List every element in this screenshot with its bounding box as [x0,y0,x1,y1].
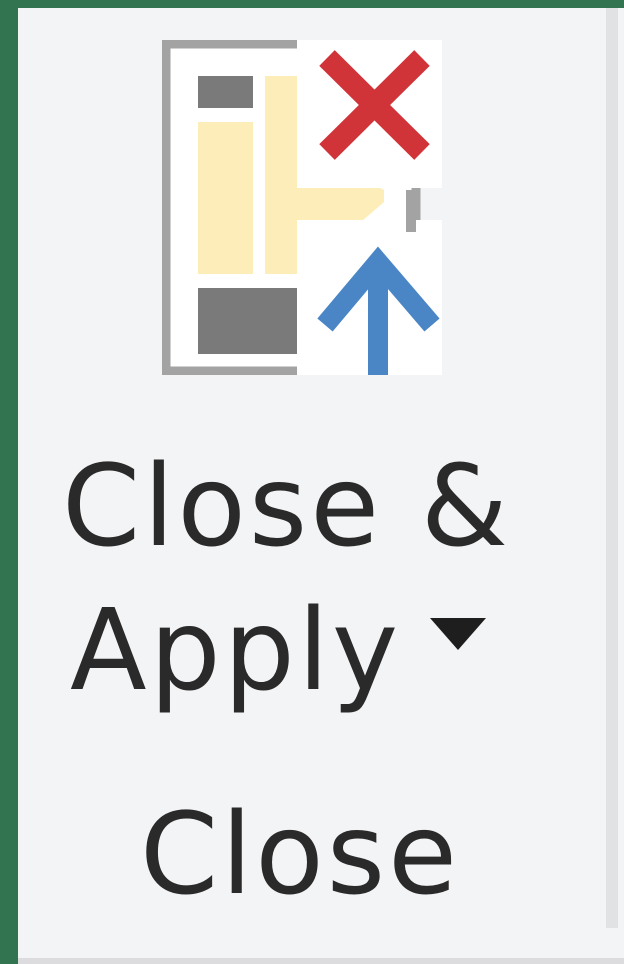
close-and-apply-button[interactable]: Close & Apply [40,30,560,730]
ribbon-group-caption: Close [139,790,461,920]
ribbon-bottom-border [18,958,624,964]
close-and-apply-label-line1: Close & [62,442,512,572]
window-frame-left [0,0,18,964]
ribbon-group-divider [606,8,618,928]
dropdown-arrow-icon[interactable] [430,618,486,654]
close-and-apply-icon [162,40,442,375]
window-frame-top [0,0,624,8]
